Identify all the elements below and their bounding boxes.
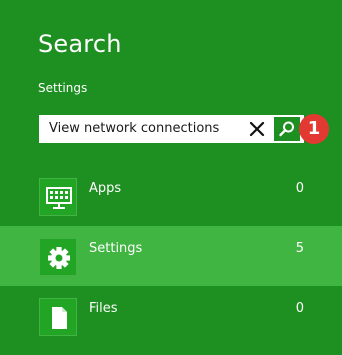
search-charm-pane: Search Settings View network connections…: [0, 0, 342, 355]
search-results-list: Apps 0 Settings 5 Files 0: [0, 166, 342, 346]
apps-icon: [46, 187, 72, 209]
result-tile: [39, 298, 77, 336]
search-scope-label[interactable]: Settings: [38, 80, 87, 96]
search-icon: [279, 121, 294, 137]
search-title: Search: [38, 30, 122, 58]
result-tile: [39, 178, 77, 216]
result-label: Apps: [89, 181, 122, 196]
search-box[interactable]: View network connections: [39, 115, 304, 143]
close-icon: [249, 121, 265, 137]
search-go-button[interactable]: [274, 117, 300, 141]
result-label: Files: [89, 301, 118, 316]
result-count: 0: [295, 181, 304, 196]
step-number-badge: 1: [299, 114, 329, 144]
result-settings[interactable]: Settings 5: [0, 226, 342, 286]
clear-search-button[interactable]: [247, 119, 267, 139]
result-tile: [39, 238, 77, 276]
gear-icon: [48, 247, 70, 269]
result-apps[interactable]: Apps 0: [0, 166, 342, 226]
result-label: Settings: [89, 241, 143, 256]
result-count: 0: [295, 301, 304, 316]
file-icon: [52, 307, 67, 329]
result-count: 5: [295, 241, 304, 256]
search-input[interactable]: View network connections: [49, 120, 219, 138]
result-files[interactable]: Files 0: [0, 286, 342, 346]
